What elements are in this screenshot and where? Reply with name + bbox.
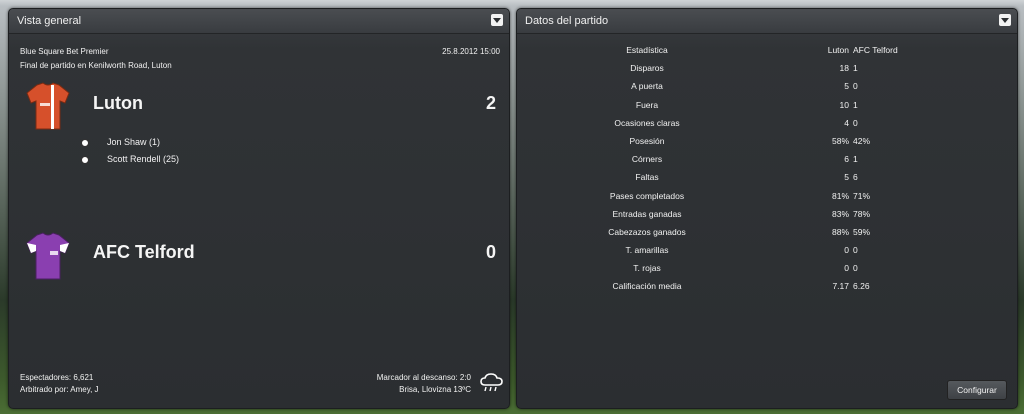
stat-row: Pases completados 81% 71% (517, 187, 1017, 205)
attendance: Espectadores: 6,621 (20, 373, 94, 382)
stat-row: Córners 6 1 (517, 150, 1017, 168)
stat-away-value: 1 (853, 154, 858, 165)
stat-home-value: 7.17 (832, 281, 849, 292)
match-stats-panel: Datos del partido Estadística Luton AFC … (516, 8, 1018, 409)
away-shirt-icon (26, 232, 70, 280)
stats-header-home: Luton (827, 45, 849, 55)
overview-header: Vista general (9, 9, 509, 34)
home-team-name[interactable]: Luton (93, 93, 143, 114)
stat-label: T. amarillas (625, 245, 669, 256)
match-date-time: 25.8.2012 15:00 (442, 47, 500, 56)
stat-label: Posesión (629, 135, 665, 146)
home-team-score: 2 (485, 93, 496, 113)
stat-home-value: 81% (831, 190, 849, 201)
away-team-name[interactable]: AFC Telford (93, 242, 195, 263)
stat-row: Calificación media 7.17 6.26 (517, 277, 1017, 295)
stat-home-value: 6 (844, 154, 849, 165)
stat-home-value: 10 (839, 99, 849, 110)
stat-row: Posesión 58% 42% (517, 132, 1017, 150)
stat-away-value: 6.26 (853, 281, 870, 292)
stat-row: Ocasiones claras 4 0 (517, 114, 1017, 132)
stat-rows: Disparos 18 1 A puerta 5 0 Fuera 10 1 Ocasiones c… (517, 59, 1017, 295)
stat-away-value: 78% (853, 208, 871, 219)
stats-header-label: Estadística (626, 45, 668, 55)
configure-button[interactable]: Configurar (947, 380, 1007, 400)
overview-collapse-button[interactable] (491, 14, 503, 26)
stat-home-value: 88% (831, 226, 849, 237)
stat-row: Entradas ganadas 83% 78% (517, 205, 1017, 223)
goal-scorer[interactable]: Jon Shaw (1) (107, 137, 160, 147)
stat-away-value: 0 (853, 81, 858, 92)
stat-label: Córners (631, 154, 663, 165)
overview-title: Vista general (17, 15, 82, 27)
stat-away-value: 0 (853, 117, 858, 128)
stat-home-value: 5 (844, 81, 849, 92)
weather-text: Brisa, Llovizna 13ºC (399, 385, 471, 394)
stat-label: Calificación media (612, 281, 682, 292)
stat-away-value: 59% (853, 226, 871, 237)
football-icon (81, 156, 89, 164)
stats-table: Estadística Luton AFC Telford Disparos 18… (517, 41, 1017, 296)
stat-away-value: 1 (853, 63, 858, 74)
stat-row: A puerta 5 0 (517, 77, 1017, 95)
stat-away-value: 0 (853, 263, 858, 274)
competition-name: Blue Square Bet Premier (20, 47, 109, 56)
stat-row: T. amarillas 0 0 (517, 241, 1017, 259)
stat-row: Cabezazos ganados 88% 59% (517, 223, 1017, 241)
stat-row: Faltas 5 6 (517, 168, 1017, 186)
goal-scorer[interactable]: Scott Rendell (25) (107, 154, 179, 164)
away-team-score: 0 (485, 242, 496, 262)
stat-away-value: 0 (853, 245, 858, 256)
match-stats-title: Datos del partido (525, 15, 609, 27)
match-stats-collapse-button[interactable] (999, 14, 1011, 26)
stat-label: Pases completados (609, 190, 685, 201)
overview-panel: Vista general Blue Square Bet Premier 25… (8, 8, 510, 409)
stat-home-value: 5 (844, 172, 849, 183)
half-time-score: Marcador al descanso: 2:0 (376, 373, 471, 382)
stat-label: Disparos (630, 63, 664, 74)
stat-home-value: 58% (831, 135, 849, 146)
stat-row: T. rojas 0 0 (517, 259, 1017, 277)
stat-away-value: 6 (853, 172, 858, 183)
stat-label: Fuera (635, 99, 659, 110)
stat-away-value: 1 (853, 99, 858, 110)
stats-header-row: Estadística Luton AFC Telford (517, 41, 1017, 59)
stat-label: Entradas ganadas (612, 208, 682, 219)
home-shirt-icon (26, 82, 70, 130)
stat-label: T. rojas (633, 263, 661, 274)
stat-home-value: 83% (831, 208, 849, 219)
stat-row: Fuera 10 1 (517, 96, 1017, 114)
stat-label: A puerta (631, 81, 663, 92)
stat-home-value: 0 (844, 263, 849, 274)
stat-away-value: 42% (853, 135, 871, 146)
stat-home-value: 4 (844, 117, 849, 128)
stats-header-away: AFC Telford (853, 45, 898, 55)
stat-label: Faltas (635, 172, 659, 183)
stat-label: Cabezazos ganados (608, 226, 686, 237)
referee: Arbitrado por: Amey, J (20, 385, 99, 394)
match-stats-header: Datos del partido (517, 9, 1017, 34)
stat-label: Ocasiones claras (614, 117, 680, 128)
match-venue: Final de partido en Kenilworth Road, Lut… (20, 61, 172, 70)
football-icon (81, 139, 89, 147)
cloud-rain-icon (480, 373, 503, 392)
stat-row: Disparos 18 1 (517, 59, 1017, 77)
stat-away-value: 71% (853, 190, 871, 201)
stat-home-value: 0 (844, 245, 849, 256)
stat-home-value: 18 (839, 63, 849, 74)
